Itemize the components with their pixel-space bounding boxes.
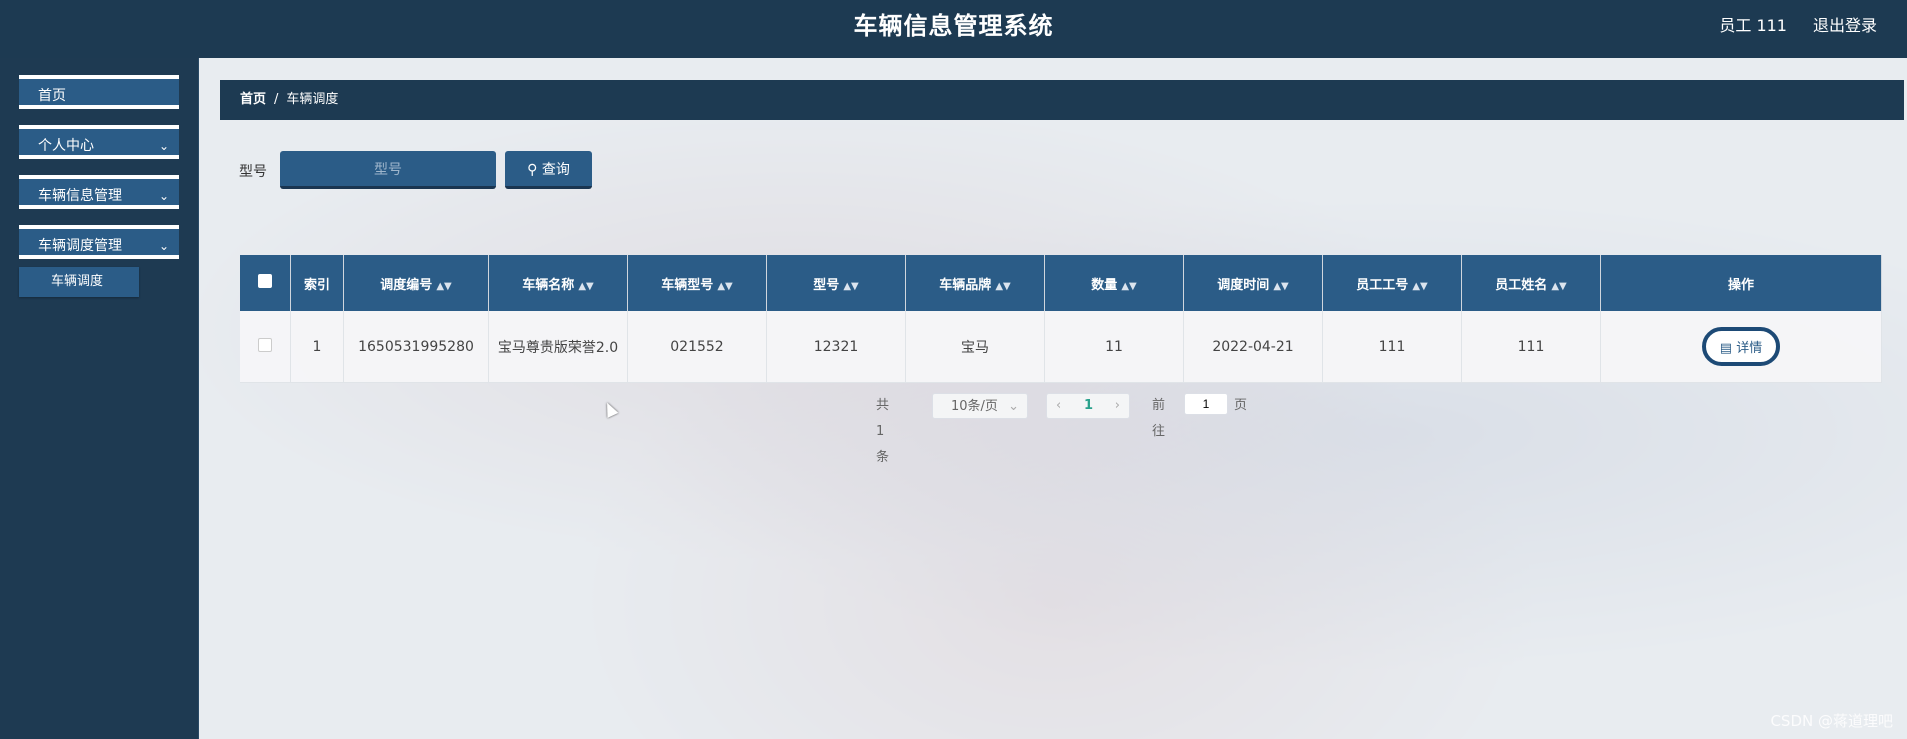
goto-label: 前往 <box>1152 398 1166 439</box>
column-header-sortable[interactable]: 调度编号 ▲▼ <box>343 255 489 311</box>
sidebar-item-home[interactable]: 首页 <box>19 75 179 109</box>
pagination-total: 共 1 条 <box>876 398 890 465</box>
chevron-down-icon: ⌄ <box>158 189 169 203</box>
breadcrumb: 首页 / 车辆调度 <box>220 80 1904 120</box>
column-header-sortable[interactable]: 数量 ▲▼ <box>1044 255 1184 311</box>
detail-button-label: 详情 <box>1736 341 1763 356</box>
sidebar-item-profile[interactable]: 个人中心 ⌄ <box>19 125 179 159</box>
cell-dispatch-no: 1650531995280 <box>343 311 489 383</box>
sort-icon[interactable]: ▲▼ <box>1551 281 1566 292</box>
table-row: 1 1650531995280 宝马尊贵版荣誉2.0 021552 12321 … <box>240 311 1882 383</box>
sort-icon[interactable]: ▲▼ <box>436 281 451 292</box>
sort-icon[interactable]: ▲▼ <box>578 281 593 292</box>
prev-page-icon[interactable]: ‹ <box>1056 394 1061 418</box>
search-button[interactable]: ⚲ 查询 <box>505 151 592 189</box>
cell-dispatch-time: 2022-04-21 <box>1183 311 1323 383</box>
page-number-current[interactable]: 1 <box>1084 394 1093 418</box>
cell-employee-id: 111 <box>1322 311 1462 383</box>
page-size-value: 10条/页 <box>951 399 998 414</box>
search-button-label: 查询 <box>541 161 570 178</box>
watermark: CSDN @蒋道理吧 <box>1770 712 1893 730</box>
page-suffix: 页 <box>1234 398 1248 413</box>
cell-model: 12321 <box>766 311 906 383</box>
sidebar-item-label: 个人中心 <box>38 138 94 154</box>
cell-vehicle-name: 宝马尊贵版荣誉2.0 <box>488 311 628 383</box>
column-header-sortable[interactable]: 车辆品牌 ▲▼ <box>905 255 1045 311</box>
sort-icon[interactable]: ▲▼ <box>1273 281 1288 292</box>
sidebar-subitem-dispatch[interactable]: 车辆调度 <box>19 267 139 297</box>
sort-icon[interactable]: ▲▼ <box>1121 281 1136 292</box>
chevron-down-icon: ⌄ <box>1008 399 1019 414</box>
detail-button[interactable]: ▤ 详情 <box>1701 327 1781 366</box>
select-all-header[interactable] <box>240 255 291 311</box>
column-header-sortable[interactable]: 员工姓名 ▲▼ <box>1461 255 1601 311</box>
chevron-down-icon: ⌄ <box>158 239 169 253</box>
breadcrumb-separator: / <box>274 92 279 107</box>
column-header: 操作 <box>1600 255 1882 311</box>
document-icon: ▤ <box>1719 341 1733 356</box>
goto-page-input[interactable] <box>1184 393 1228 415</box>
column-header-sortable[interactable]: 调度时间 ▲▼ <box>1183 255 1323 311</box>
app-header: 车辆信息管理系统 员工 111 退出登录 <box>0 0 1907 58</box>
breadcrumb-home[interactable]: 首页 <box>240 92 266 107</box>
sort-icon[interactable]: ▲▼ <box>843 281 858 292</box>
row-select-cell[interactable] <box>240 311 291 383</box>
sort-icon[interactable]: ▲▼ <box>1412 281 1427 292</box>
sort-icon[interactable]: ▲▼ <box>717 281 732 292</box>
sort-icon[interactable]: ▲▼ <box>995 281 1010 292</box>
search-label: 型号 <box>239 164 267 180</box>
select-all-checkbox[interactable] <box>258 274 272 288</box>
row-checkbox[interactable] <box>258 337 272 352</box>
search-icon: ⚲ <box>527 161 538 178</box>
sidebar-item-label: 车辆信息管理 <box>38 188 122 204</box>
dispatch-table: 索引 调度编号 ▲▼ 车辆名称 ▲▼ 车辆型号 ▲▼ 型号 ▲▼ 车辆品牌 ▲▼ 数量 ▲▼… <box>240 255 1882 383</box>
sidebar-item-dispatch-management[interactable]: 车辆调度管理 ⌄ <box>19 225 179 259</box>
page-size-select[interactable]: 10条/页 ⌄ <box>932 393 1028 419</box>
main-content: 首页 / 车辆调度 型号 ⚲ 查询 索引 调度编号▲▼ 车辆名称▲▼ 车辆型号▲▼ … <box>199 58 1907 739</box>
cell-brand: 宝马 <box>905 311 1045 383</box>
page-nav: ‹ 1 › <box>1046 393 1130 419</box>
next-page-icon[interactable]: › <box>1115 394 1120 418</box>
cell-index: 1 <box>290 311 344 383</box>
column-header-sortable[interactable]: 车辆名称 ▲▼ <box>488 255 628 311</box>
sidebar-item-label: 车辆调度管理 <box>38 238 122 254</box>
column-header-sortable[interactable]: 型号 ▲▼ <box>766 255 906 311</box>
current-user: 员工 111 <box>1719 16 1787 35</box>
app-title: 车辆信息管理系统 <box>853 12 1054 40</box>
model-search-input[interactable] <box>280 151 496 189</box>
sidebar-item-label: 首页 <box>38 88 66 104</box>
cell-actions: ▤ 详情 <box>1600 311 1882 383</box>
cell-vehicle-model: 021552 <box>627 311 767 383</box>
logout-button[interactable]: 退出登录 <box>1813 12 1877 36</box>
column-header: 索引 <box>290 255 344 311</box>
table-header-row: 索引 调度编号 ▲▼ 车辆名称 ▲▼ 车辆型号 ▲▼ 型号 ▲▼ 车辆品牌 ▲▼ 数量 ▲▼… <box>240 255 1882 311</box>
cell-employee-name: 111 <box>1461 311 1601 383</box>
sidebar-item-vehicle-info[interactable]: 车辆信息管理 ⌄ <box>19 175 179 209</box>
chevron-down-icon: ⌄ <box>158 139 169 153</box>
column-header-sortable[interactable]: 员工工号 ▲▼ <box>1322 255 1462 311</box>
cell-quantity: 11 <box>1044 311 1184 383</box>
column-header-sortable[interactable]: 车辆型号 ▲▼ <box>627 255 767 311</box>
breadcrumb-current: 车辆调度 <box>286 92 339 107</box>
sidebar: 首页 个人中心 ⌄ 车辆信息管理 ⌄ 车辆调度管理 ⌄ 车辆调度 <box>0 58 199 739</box>
